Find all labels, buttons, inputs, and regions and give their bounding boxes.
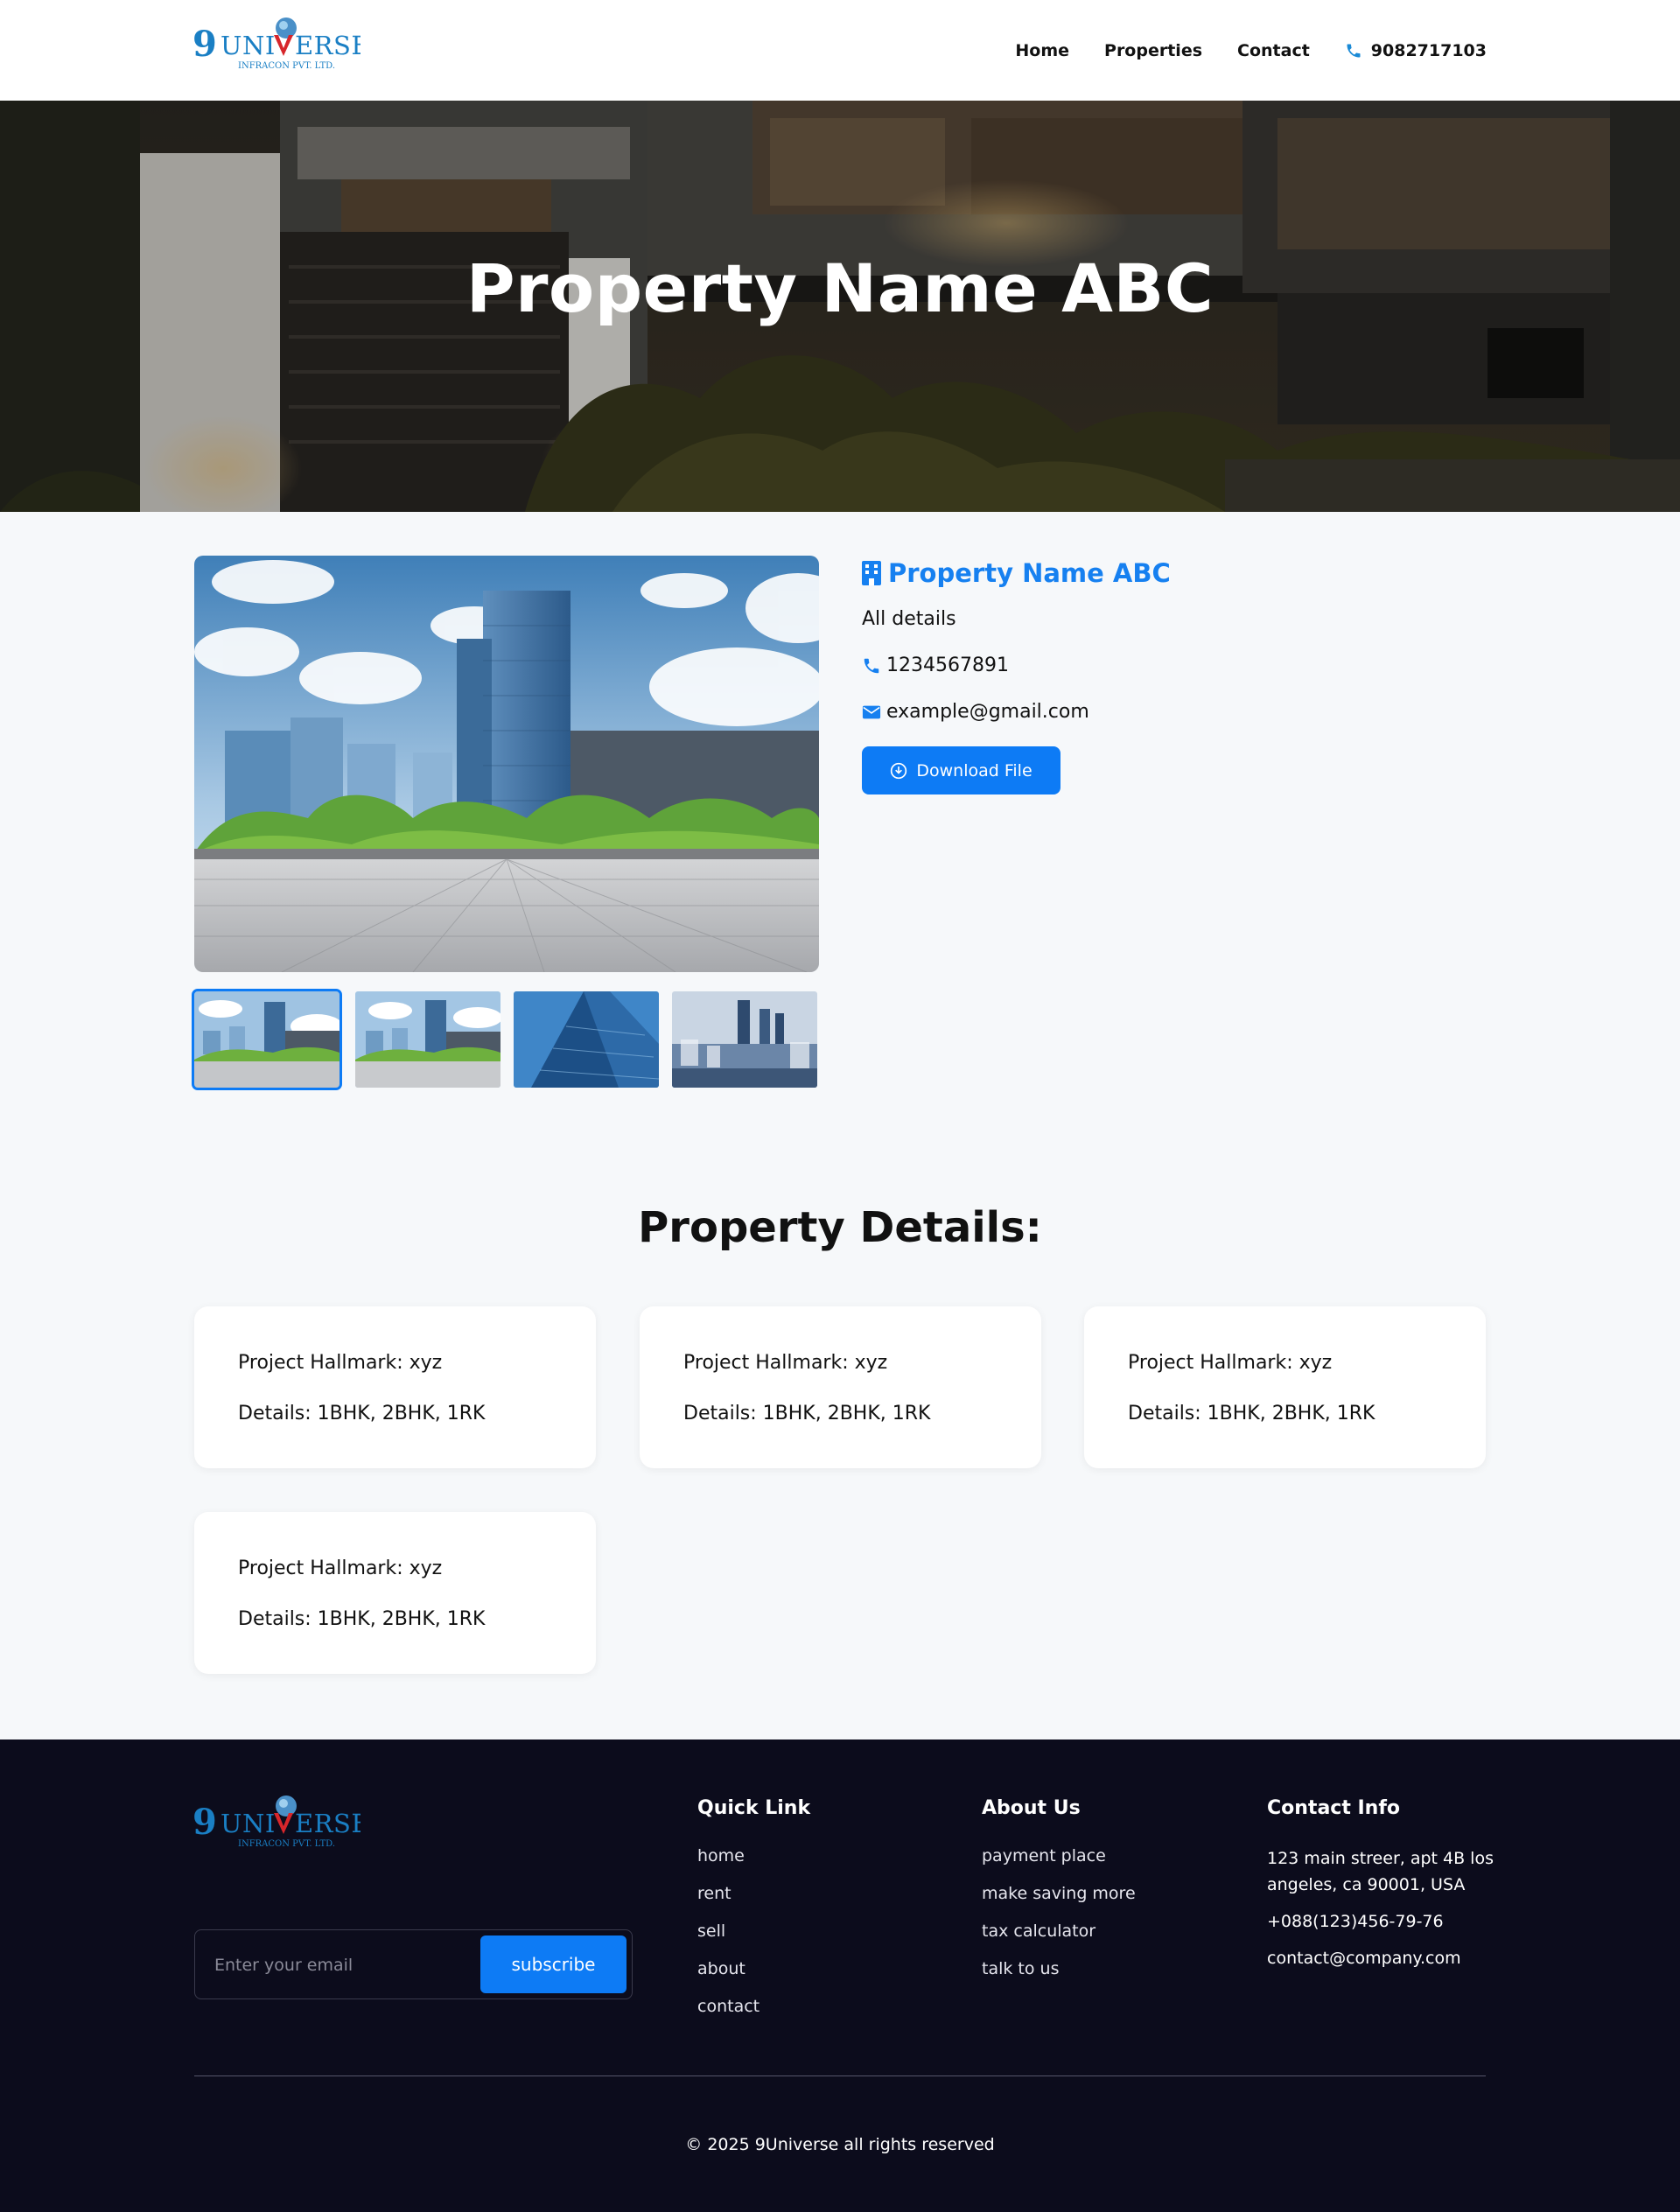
- subscribe-form: subscribe: [194, 1929, 633, 1999]
- nav-home[interactable]: Home: [1015, 41, 1069, 60]
- footer-link-make-saving-more[interactable]: make saving more: [982, 1883, 1136, 1904]
- nav-properties[interactable]: Properties: [1104, 41, 1202, 60]
- thumbnail-3[interactable]: [514, 991, 659, 1088]
- building-icon: [862, 561, 881, 585]
- thumbnail-2[interactable]: [355, 991, 500, 1088]
- card-details: Details: 1BHK, 2BHK, 1RK: [238, 1608, 486, 1630]
- property-title-text: Property Name ABC: [888, 558, 1171, 588]
- footer-link-about[interactable]: about: [697, 1958, 810, 1979]
- card-hallmark: Project Hallmark: xyz: [238, 1352, 443, 1374]
- detail-card: Project Hallmark: xyz Details: 1BHK, 2BH…: [194, 1306, 596, 1468]
- card-details: Details: 1BHK, 2BHK, 1RK: [1128, 1403, 1376, 1424]
- hero-title: Property Name ABC: [466, 249, 1214, 327]
- main-nav: Home Properties Contact 9082717103: [1015, 0, 1487, 101]
- card-details: Details: 1BHK, 2BHK, 1RK: [238, 1403, 486, 1424]
- copyright-text: © 2025 9Universe all rights reserved: [685, 2135, 995, 2154]
- about-us-column: About Us payment place make saving more …: [982, 1797, 1136, 1996]
- property-phone-number: 1234567891: [886, 654, 1009, 676]
- card-details: Details: 1BHK, 2BHK, 1RK: [683, 1403, 931, 1424]
- download-circle-icon: [891, 762, 907, 779]
- download-file-button[interactable]: Download File: [862, 746, 1060, 794]
- nav-phone-number: 9082717103: [1370, 40, 1487, 60]
- quick-link-column: Quick Link home rent sell about contact: [697, 1797, 810, 2034]
- nav-contact[interactable]: Contact: [1237, 41, 1310, 60]
- phone-icon: [1347, 44, 1361, 57]
- subscribe-button[interactable]: subscribe: [480, 1936, 626, 1993]
- main-property-image: [194, 556, 819, 972]
- site-logo[interactable]: 9 UNI ERSE INFRACON PVT. LTD.: [192, 16, 370, 77]
- nav-phone-link[interactable]: 9082717103: [1345, 41, 1487, 60]
- contact-info-column: Contact Info 123 main streer, apt 4B los…: [1267, 1797, 1494, 1982]
- thumbnail-1[interactable]: [192, 989, 342, 1090]
- logo-tagline: INFRACON PVT. LTD.: [238, 1839, 335, 1849]
- property-email[interactable]: example@gmail.com: [862, 701, 1492, 723]
- quick-link-title: Quick Link: [697, 1797, 811, 1819]
- site-header: 9 UNI ERSE INFRACON PVT. LTD. Home Prope…: [0, 0, 1680, 101]
- svg-text:ERSE: ERSE: [295, 31, 360, 60]
- logo-number: 9: [192, 1802, 217, 1843]
- footer-link-home[interactable]: home: [697, 1845, 810, 1866]
- footer-logo[interactable]: 9 UNI ERSE INFRACON PVT. LTD.: [192, 1794, 370, 1855]
- property-info: Property Name ABC All details 1234567891…: [862, 556, 1492, 794]
- svg-text:UNI: UNI: [220, 1809, 276, 1838]
- detail-card: Project Hallmark: xyz Details: 1BHK, 2BH…: [1084, 1306, 1486, 1468]
- envelope-icon: [862, 705, 881, 718]
- property-email-address: example@gmail.com: [886, 701, 1089, 723]
- footer-link-payment-place[interactable]: payment place: [982, 1845, 1136, 1866]
- footer-link-tax-calculator[interactable]: tax calculator: [982, 1921, 1136, 1942]
- property-phone[interactable]: 1234567891: [862, 654, 1492, 676]
- detail-card: Project Hallmark: xyz Details: 1BHK, 2BH…: [640, 1306, 1041, 1468]
- property-title: Property Name ABC: [862, 556, 1492, 591]
- card-hallmark: Project Hallmark: xyz: [238, 1558, 443, 1579]
- hero-banner: Property Name ABC: [0, 101, 1680, 512]
- footer-link-sell[interactable]: sell: [697, 1921, 810, 1942]
- svg-text:ERSE: ERSE: [295, 1809, 360, 1838]
- logo-tagline: INFRACON PVT. LTD.: [238, 61, 335, 71]
- card-hallmark: Project Hallmark: xyz: [683, 1352, 888, 1374]
- phone-icon: [864, 658, 879, 673]
- contact-address: 123 main streer, apt 4B los angeles, ca …: [1267, 1849, 1494, 1894]
- contact-phone[interactable]: +088(123)456-79-76: [1267, 1908, 1494, 1935]
- about-us-title: About Us: [982, 1797, 1081, 1819]
- footer-link-rent[interactable]: rent: [697, 1883, 810, 1904]
- property-details-text: All details: [862, 608, 956, 630]
- logo-number: 9: [192, 24, 217, 65]
- property-details-heading: Property Details:: [638, 1203, 1042, 1252]
- contact-info-title: Contact Info: [1267, 1797, 1401, 1819]
- email-input[interactable]: [214, 1950, 468, 1981]
- footer-link-contact[interactable]: contact: [697, 1996, 810, 2017]
- contact-email[interactable]: contact@company.com: [1267, 1945, 1494, 1971]
- footer-link-talk-to-us[interactable]: talk to us: [982, 1958, 1136, 1979]
- svg-text:UNI: UNI: [220, 31, 276, 60]
- detail-card: Project Hallmark: xyz Details: 1BHK, 2BH…: [194, 1512, 596, 1674]
- thumbnail-4[interactable]: [672, 991, 817, 1088]
- card-hallmark: Project Hallmark: xyz: [1128, 1352, 1333, 1374]
- download-file-label: Download File: [916, 760, 1032, 780]
